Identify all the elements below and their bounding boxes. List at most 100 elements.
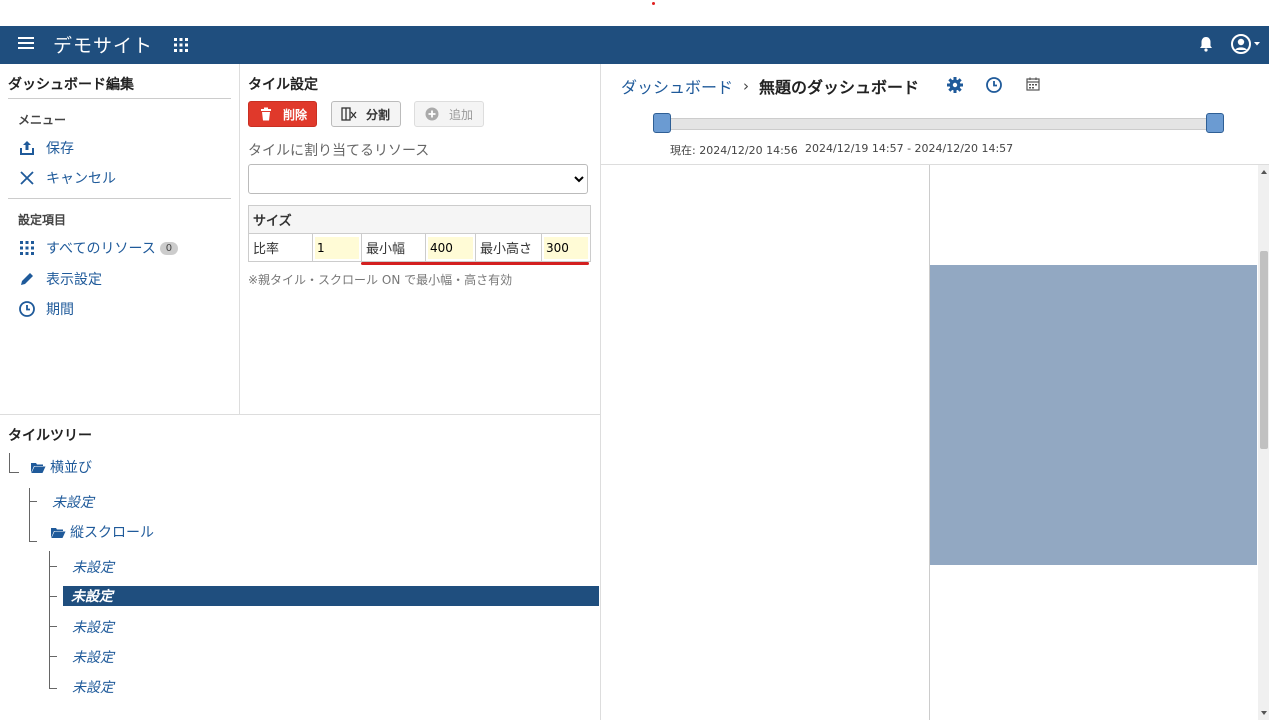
sidebar-item-all-resources[interactable]: すべてのリソース 0: [18, 238, 179, 258]
tree-connector: [49, 656, 57, 657]
tree-node-unset[interactable]: 未設定: [52, 492, 94, 512]
breadcrumb: ダッシュボード › 無題のダッシュボード: [621, 74, 919, 98]
size-note: ※親タイル・スクロール ON で最小幅・高さ有効: [248, 273, 513, 287]
tree-node-root[interactable]: 横並び: [30, 457, 92, 477]
dashboard-canvas: [601, 164, 1269, 720]
tree-leaf[interactable]: 未設定: [72, 617, 114, 637]
resource-count-badge: 0: [159, 241, 179, 255]
min-height-cell: [541, 233, 591, 262]
gear-icon[interactable]: [946, 76, 964, 94]
top-strip: [0, 0, 1269, 26]
delete-button[interactable]: 削除: [248, 101, 317, 127]
ratio-input[interactable]: [315, 236, 359, 259]
cancel-label: キャンセル: [46, 171, 116, 187]
slider-handle-start[interactable]: [653, 113, 671, 133]
tile-tree-panel: タイルツリー 横並び 未設定 縦スクロール 未設定 未設定 未設定 未設定 未設…: [0, 414, 600, 720]
tree-connector: [49, 566, 57, 567]
red-underline-annotation: [361, 262, 589, 265]
size-header: サイズ: [248, 205, 591, 234]
breadcrumb-current: 無題のダッシュボード: [759, 78, 920, 97]
tree-node-vertical-scroll[interactable]: 縦スクロール: [50, 522, 154, 542]
vertical-scrollbar[interactable]: [1258, 165, 1269, 720]
size-table: サイズ 比率 最小幅 最小高さ: [248, 205, 591, 262]
tree-leaf[interactable]: 未設定: [72, 647, 114, 667]
breadcrumb-dashboard-link[interactable]: ダッシュボード: [621, 74, 733, 98]
plus-circle-icon: [425, 107, 439, 121]
navbar: デモサイト: [0, 26, 1269, 64]
min-width-label: 最小幅: [361, 233, 426, 262]
dashboard-edit-panel: ダッシュボード編集 メニュー 保存 キャンセル 設定項目 すべてのリソース 0: [0, 64, 240, 414]
time-range: 2024/12/19 14:57 - 2024/12/20 14:57: [805, 142, 1014, 155]
user-circle-icon: [1231, 34, 1251, 54]
min-height-input[interactable]: [544, 236, 588, 259]
all-resources-label: すべてのリソース: [46, 241, 156, 257]
tree-root-label: 横並び: [50, 460, 92, 476]
divider: [8, 198, 231, 199]
user-menu[interactable]: [1230, 33, 1266, 55]
min-width-input[interactable]: [428, 236, 473, 259]
add-button[interactable]: 追加: [414, 101, 484, 127]
sidebar-item-period[interactable]: 期間: [18, 299, 74, 319]
tree-connector: [9, 453, 19, 473]
divider: [8, 98, 231, 99]
split-button[interactable]: 分割: [331, 101, 401, 127]
pencil-icon: [21, 273, 33, 285]
calendar-icon[interactable]: [1025, 76, 1043, 94]
tree-leaf[interactable]: 未設定: [72, 557, 114, 577]
trash-icon: [261, 107, 271, 121]
hamburger-menu-icon[interactable]: [18, 37, 34, 51]
resource-select[interactable]: [248, 164, 588, 194]
resource-label: タイルに割り当てるリソース: [248, 143, 430, 159]
tree-connector: [49, 626, 57, 627]
chevron-down-icon: [1254, 42, 1260, 46]
tree-connector: [49, 596, 57, 597]
split-icon: [341, 107, 357, 121]
tile-tree-title: タイルツリー: [8, 428, 92, 444]
sidebar-item-display-settings[interactable]: 表示設定: [18, 269, 102, 289]
folder-open-icon: [51, 527, 66, 538]
save-button[interactable]: 保存: [18, 138, 74, 158]
split-label: 分割: [366, 107, 391, 122]
close-icon: [20, 171, 34, 185]
tile-settings-title: タイル設定: [248, 77, 318, 93]
ratio-cell: [312, 233, 362, 262]
add-label: 追加: [449, 107, 474, 122]
time-range-slider[interactable]: [661, 118, 1217, 130]
grid-icon: [20, 241, 34, 255]
upload-icon: [20, 141, 34, 155]
cancel-button[interactable]: キャンセル: [18, 168, 116, 188]
scroll-down-icon: [1261, 711, 1267, 715]
red-dot: [652, 2, 655, 5]
clock-icon: [19, 301, 35, 317]
tree-connector: [49, 688, 57, 689]
breadcrumb-separator: ›: [743, 77, 750, 95]
tree-leaf-selected[interactable]: 未設定: [63, 586, 599, 606]
tree-connector: [49, 551, 50, 689]
min-height-label: 最小高さ: [475, 233, 542, 262]
current-time: 現在: 2024/12/20 14:56: [670, 144, 798, 157]
menu-label: メニュー: [18, 113, 67, 127]
folder-open-icon: [31, 462, 46, 473]
bell-icon[interactable]: [1197, 35, 1215, 53]
dashboard-preview-panel: ダッシュボード › 無題のダッシュボード 現在: 2024/12/20 14:5…: [600, 64, 1269, 720]
scrollbar-thumb[interactable]: [1260, 251, 1268, 449]
tree-leaf[interactable]: 未設定: [72, 677, 114, 697]
panel-title: ダッシュボード編集: [8, 77, 134, 93]
selected-tile-preview[interactable]: [930, 265, 1257, 565]
save-label: 保存: [46, 141, 74, 157]
delete-label: 削除: [283, 107, 308, 122]
apps-grid-icon[interactable]: [173, 37, 189, 53]
ratio-label: 比率: [248, 233, 313, 262]
clock-icon[interactable]: [985, 76, 1003, 94]
tree-connector: [29, 528, 37, 542]
period-label: 期間: [46, 302, 74, 318]
settings-label: 設定項目: [18, 213, 67, 227]
min-width-cell: [425, 233, 476, 262]
scroll-up-icon: [1261, 170, 1267, 174]
tree-vertical-scroll-label: 縦スクロール: [70, 525, 154, 541]
site-title[interactable]: デモサイト: [53, 31, 153, 58]
tree-connector: [29, 488, 37, 502]
slider-handle-end[interactable]: [1206, 113, 1224, 133]
tile-settings-panel: タイル設定 削除 分割 追加 タイルに割り当てるリソース サイズ 比率 1 最小…: [240, 64, 600, 414]
display-settings-label: 表示設定: [46, 272, 102, 288]
